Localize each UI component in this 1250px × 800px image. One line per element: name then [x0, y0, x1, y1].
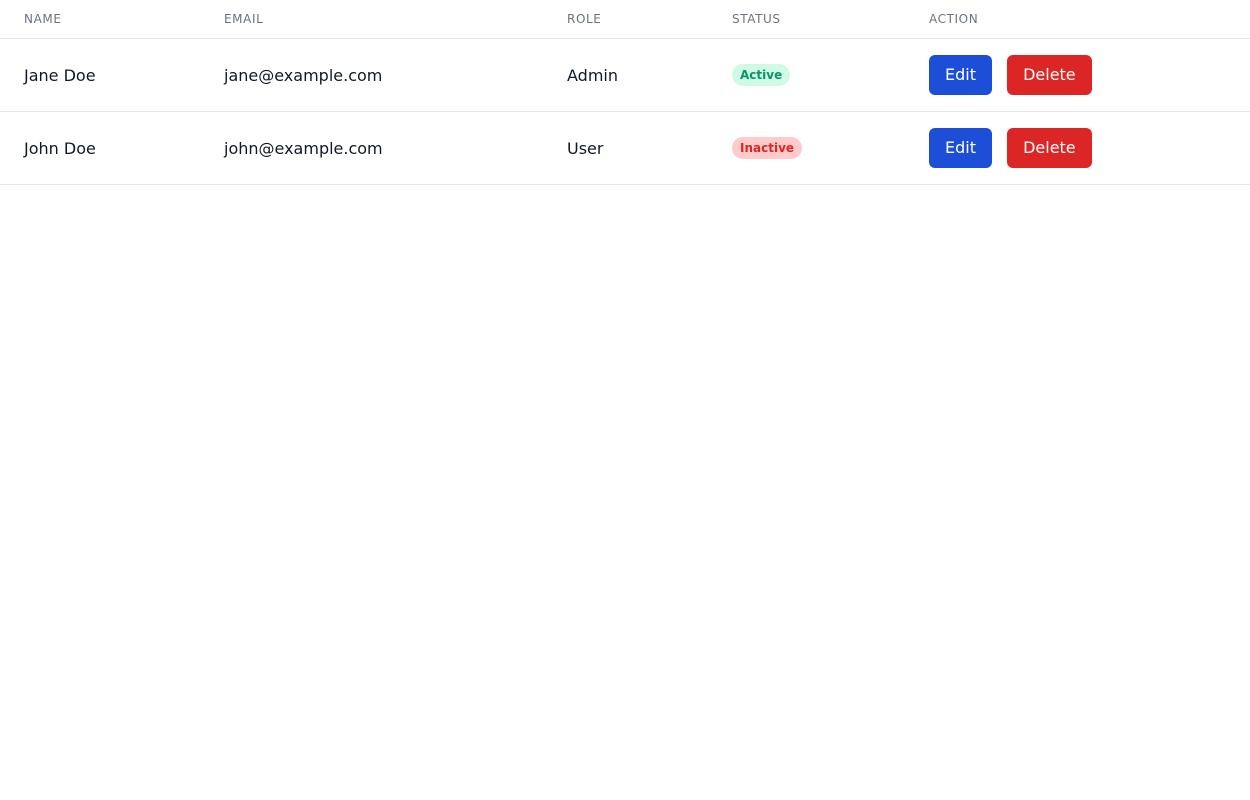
- table-row: John Doe john@example.com User Inactive …: [0, 112, 1250, 185]
- cell-email: john@example.com: [200, 112, 543, 185]
- header-name: Name: [0, 0, 200, 39]
- cell-actions: Edit Delete: [905, 39, 1250, 112]
- edit-button[interactable]: Edit: [929, 128, 992, 168]
- cell-name: John Doe: [0, 112, 200, 185]
- users-table: Name Email Role Status Action Jane Doe j…: [0, 0, 1250, 185]
- cell-email: jane@example.com: [200, 39, 543, 112]
- delete-button[interactable]: Delete: [1007, 128, 1092, 168]
- table-body: Jane Doe jane@example.com Admin Active E…: [0, 39, 1250, 185]
- header-action: Action: [905, 0, 1250, 39]
- header-role: Role: [543, 0, 708, 39]
- table-row: Jane Doe jane@example.com Admin Active E…: [0, 39, 1250, 112]
- delete-button[interactable]: Delete: [1007, 55, 1092, 95]
- cell-role: Admin: [543, 39, 708, 112]
- status-badge: Inactive: [732, 137, 802, 159]
- edit-button[interactable]: Edit: [929, 55, 992, 95]
- cell-actions: Edit Delete: [905, 112, 1250, 185]
- header-email: Email: [200, 0, 543, 39]
- cell-name: Jane Doe: [0, 39, 200, 112]
- cell-status: Inactive: [708, 112, 905, 185]
- cell-status: Active: [708, 39, 905, 112]
- table-header: Name Email Role Status Action: [0, 0, 1250, 39]
- status-badge: Active: [732, 64, 790, 86]
- table-header-row: Name Email Role Status Action: [0, 0, 1250, 39]
- header-status: Status: [708, 0, 905, 39]
- cell-role: User: [543, 112, 708, 185]
